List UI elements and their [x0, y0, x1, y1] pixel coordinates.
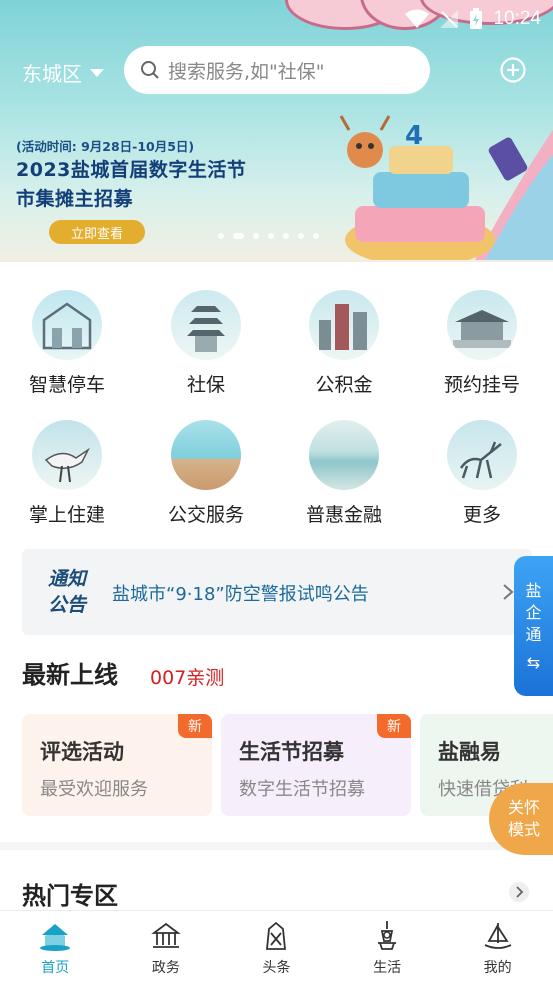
crane-bird-icon [32, 420, 102, 490]
tab-life[interactable]: 生活 [332, 911, 443, 983]
carousel-dot[interactable] [283, 233, 289, 239]
new-badge: 新 [178, 714, 212, 738]
tab-headlines[interactable]: 头条 [221, 911, 332, 983]
city-selector[interactable]: 东城区 [22, 58, 104, 87]
tab-government[interactable]: 政务 [111, 911, 222, 983]
new-badge: 新 [377, 714, 411, 738]
status-time: 10:24 [493, 8, 541, 29]
care-mode-line1: 关怀 [507, 798, 540, 817]
notice-bar[interactable]: 通知 公告 盐城市“9·18”防空警报试鸣公告 [22, 549, 532, 635]
card-life-festival-recruit[interactable]: 生活节招募 数字生活节招募 新 [221, 714, 411, 816]
service-appointment[interactable]: 预约挂号 [422, 290, 542, 397]
card-subtitle: 数字生活节招募 [239, 779, 365, 800]
service-label: 公交服务 [167, 504, 244, 526]
switch-icon: ⇆ [526, 653, 541, 672]
service-housing-fund[interactable]: 公积金 [284, 290, 404, 397]
notice-logo: 通知 公告 [48, 566, 86, 618]
service-social-security[interactable]: 社保 [146, 290, 266, 397]
card-voting-activity[interactable]: 评选活动 最受欢迎服务 新 [22, 714, 212, 816]
search-placeholder: 搜索服务,如"社保" [168, 60, 325, 83]
service-label: 更多 [462, 504, 501, 526]
service-more[interactable]: 更多 [422, 420, 542, 527]
hot-section: 热门专区 [0, 850, 553, 910]
battery-icon [470, 8, 483, 29]
care-mode-line2: 模式 [507, 820, 540, 839]
card-title: 生活节招募 [239, 740, 344, 764]
status-bar: 10:24 [405, 6, 541, 32]
search-icon [141, 61, 159, 79]
float-char: 盐 [525, 581, 542, 600]
deer-icon [447, 420, 517, 490]
promo-title-line2: 市集摊主招募 [16, 188, 134, 210]
notice-logo-line1: 通知 [48, 568, 87, 590]
government-building-icon [151, 922, 181, 948]
latest-section-subtitle: 007亲测 [150, 667, 225, 689]
service-smart-parking[interactable]: 智慧停车 [7, 290, 127, 397]
pagoda-icon [171, 290, 241, 360]
promo-title: 2023盐城首届数字生活节 市集摊主招募 [16, 156, 246, 214]
carousel-dot[interactable] [218, 233, 224, 239]
caret-down-icon [90, 68, 104, 77]
search-input[interactable]: 搜索服务,如"社保" [124, 46, 430, 94]
wetland-icon [309, 420, 379, 490]
service-label: 掌上住建 [28, 504, 105, 526]
headlines-icon [266, 921, 287, 950]
service-inclusive-finance[interactable]: 普惠金融 [284, 420, 404, 527]
carousel-dot[interactable] [313, 233, 319, 239]
care-mode-button[interactable]: 关怀 模式 [489, 783, 553, 855]
tower-icon [378, 921, 397, 950]
notice-logo-line2: 公告 [48, 594, 87, 616]
chevron-right-icon [503, 584, 514, 600]
parking-building-icon [32, 290, 102, 360]
view-now-button[interactable]: 立即查看 [49, 220, 145, 244]
tab-label: 我的 [483, 960, 512, 976]
float-char: 通 [525, 625, 542, 644]
latest-section-title: 最新上线 [22, 661, 118, 689]
main-content: 智慧停车 社保 公积金 预约挂号 掌上住建 公交服务 普惠金融 更多 通知 公告… [0, 262, 553, 842]
seaside-icon [171, 420, 241, 490]
sailboat-icon [484, 923, 512, 949]
carousel-dot[interactable] [298, 233, 304, 239]
carousel-dots [218, 233, 319, 239]
svg-text:4: 4 [405, 121, 423, 151]
wifi-icon [405, 9, 430, 28]
bottom-tab-bar: 首页 政务 头条 生活 我的 [0, 910, 553, 983]
home-icon [40, 924, 71, 951]
tab-label: 头条 [262, 960, 291, 976]
service-housing-construction[interactable]: 掌上住建 [7, 420, 127, 527]
service-label: 智慧停车 [28, 374, 105, 396]
add-button-icon[interactable] [500, 57, 526, 83]
card-title: 评选活动 [40, 740, 124, 764]
promo-date: (活动时间: 9月28日-10月5日) [16, 139, 195, 154]
tab-label: 政务 [151, 960, 180, 976]
tab-label: 生活 [373, 960, 402, 976]
no-signal-icon [440, 10, 459, 28]
chevron-right-icon[interactable] [509, 882, 529, 902]
notice-text: 盐城市“9·18”防空警报试鸣公告 [112, 584, 369, 605]
hot-section-title: 热门专区 [22, 882, 118, 910]
float-char: 企 [525, 603, 542, 622]
card-subtitle: 最受欢迎服务 [40, 779, 148, 800]
city-towers-icon [309, 290, 379, 360]
carousel-dot[interactable] [233, 233, 244, 239]
birthday-cake-deer-illustration: 4 [339, 115, 553, 260]
service-label: 公积金 [315, 374, 373, 396]
service-label: 社保 [186, 374, 225, 396]
tab-label: 首页 [41, 960, 70, 976]
temple-icon [447, 290, 517, 360]
service-label: 预约挂号 [443, 374, 520, 396]
tab-mine[interactable]: 我的 [442, 911, 553, 983]
service-label: 普惠金融 [305, 504, 382, 526]
city-label: 东城区 [22, 62, 82, 86]
service-bus[interactable]: 公交服务 [146, 420, 266, 527]
tab-home[interactable]: 首页 [0, 911, 111, 983]
promo-title-line1: 2023盐城首届数字生活节 [16, 159, 247, 181]
enterprise-float-button[interactable]: 盐 企 通 ⇆ [514, 556, 553, 696]
carousel-dot[interactable] [268, 233, 274, 239]
carousel-dot[interactable] [253, 233, 259, 239]
card-title: 盐融易 [438, 740, 501, 764]
top-banner[interactable]: 10:24 东城区 搜索服务,如"社保" (活动时间: 9月28日-10月5日)… [0, 0, 553, 262]
